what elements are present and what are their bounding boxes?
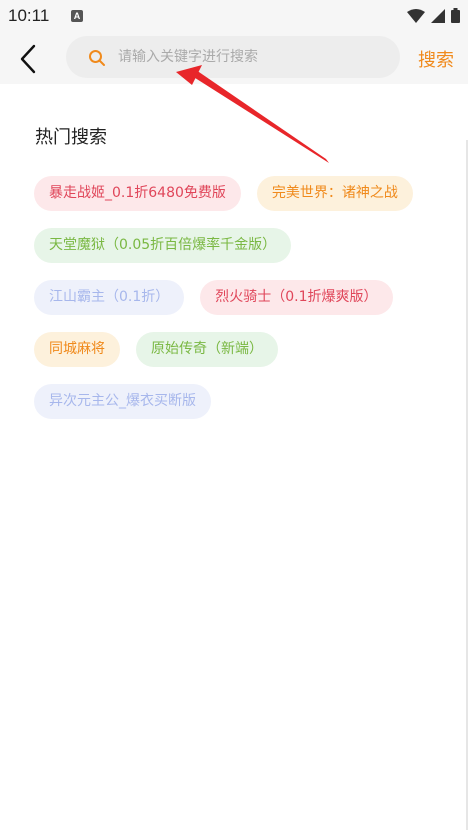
status-bar: 10:11 A — [0, 0, 468, 34]
hot-search-tag[interactable]: 江山霸主（0.1折） — [34, 280, 185, 315]
cellular-signal-icon — [431, 8, 445, 23]
search-button[interactable]: 搜索 — [418, 46, 454, 72]
hot-search-title: 热门搜索 — [35, 127, 107, 148]
chevron-left-icon — [20, 44, 36, 74]
back-button[interactable] — [14, 42, 44, 76]
wifi-icon — [407, 8, 425, 23]
notification-a-icon: A — [71, 10, 83, 22]
search-box[interactable] — [66, 36, 400, 78]
hot-search-tag[interactable]: 异次元主公_爆衣买断版 — [34, 384, 211, 419]
tag-row: 暴走战姬_0.1折6480免费版 完美世界：诸神之战 — [34, 176, 444, 211]
hot-search-tag[interactable]: 暴走战姬_0.1折6480免费版 — [34, 176, 241, 211]
search-header: 搜索 — [0, 34, 468, 84]
search-input[interactable] — [118, 36, 388, 78]
tag-row: 江山霸主（0.1折） 烈火骑士（0.1折爆爽版） — [34, 280, 444, 315]
tag-row: 同城麻将 原始传奇（新端） — [34, 332, 444, 367]
status-icons — [407, 8, 460, 23]
tag-row: 天堂魔狱（0.05折百倍爆率千金版） — [34, 228, 444, 263]
battery-icon — [451, 8, 460, 23]
search-icon — [89, 50, 105, 66]
hot-search-tag[interactable]: 天堂魔狱（0.05折百倍爆率千金版） — [34, 228, 292, 263]
hot-search-tag[interactable]: 完美世界：诸神之战 — [256, 176, 413, 211]
tag-row: 异次元主公_爆衣买断版 — [34, 384, 444, 419]
hot-search-tag[interactable]: 烈火骑士（0.1折爆爽版） — [200, 280, 393, 315]
status-time: 10:11 — [8, 6, 50, 25]
hot-search-tag[interactable]: 同城麻将 — [34, 332, 120, 367]
hot-search-tags: 暴走战姬_0.1折6480免费版 完美世界：诸神之战 天堂魔狱（0.05折百倍爆… — [34, 176, 444, 436]
hot-search-tag[interactable]: 原始传奇（新端） — [136, 332, 278, 367]
